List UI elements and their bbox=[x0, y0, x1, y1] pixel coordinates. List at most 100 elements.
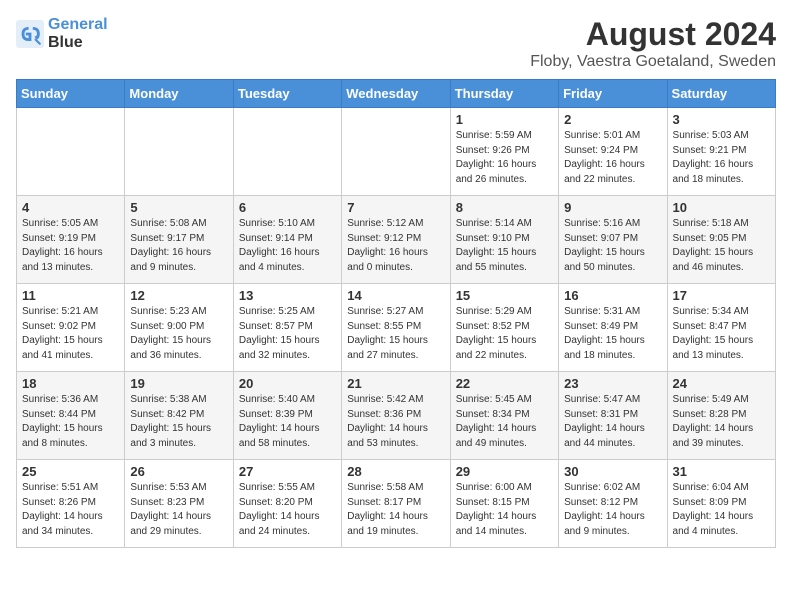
calendar-cell: 23 Sunrise: 5:47 AMSunset: 8:31 PMDaylig… bbox=[559, 372, 667, 460]
calendar-week-3: 11 Sunrise: 5:21 AMSunset: 9:02 PMDaylig… bbox=[17, 284, 776, 372]
day-number: 23 bbox=[564, 376, 661, 391]
day-number: 4 bbox=[22, 200, 119, 215]
day-info: Sunrise: 5:40 AMSunset: 8:39 PMDaylight:… bbox=[239, 394, 320, 449]
calendar-cell: 25 Sunrise: 5:51 AMSunset: 8:26 PMDaylig… bbox=[17, 460, 125, 548]
day-info: Sunrise: 5:51 AMSunset: 8:26 PMDaylight:… bbox=[22, 482, 103, 537]
day-info: Sunrise: 6:04 AMSunset: 8:09 PMDaylight:… bbox=[673, 482, 754, 537]
day-number: 14 bbox=[347, 288, 444, 303]
calendar-title: August 2024 bbox=[530, 16, 776, 53]
logo: General Blue bbox=[16, 16, 108, 51]
day-info: Sunrise: 5:38 AMSunset: 8:42 PMDaylight:… bbox=[130, 394, 211, 449]
day-number: 30 bbox=[564, 464, 661, 479]
day-info: Sunrise: 5:55 AMSunset: 8:20 PMDaylight:… bbox=[239, 482, 320, 537]
calendar-cell: 3 Sunrise: 5:03 AMSunset: 9:21 PMDayligh… bbox=[667, 108, 775, 196]
day-number: 2 bbox=[564, 112, 661, 127]
day-info: Sunrise: 5:14 AMSunset: 9:10 PMDaylight:… bbox=[456, 218, 537, 273]
day-number: 9 bbox=[564, 200, 661, 215]
calendar-cell: 7 Sunrise: 5:12 AMSunset: 9:12 PMDayligh… bbox=[342, 196, 450, 284]
calendar-cell: 10 Sunrise: 5:18 AMSunset: 9:05 PMDaylig… bbox=[667, 196, 775, 284]
day-info: Sunrise: 5:18 AMSunset: 9:05 PMDaylight:… bbox=[673, 218, 754, 273]
header-wednesday: Wednesday bbox=[342, 80, 450, 108]
day-number: 1 bbox=[456, 112, 553, 127]
calendar-cell: 19 Sunrise: 5:38 AMSunset: 8:42 PMDaylig… bbox=[125, 372, 233, 460]
header-thursday: Thursday bbox=[450, 80, 558, 108]
day-number: 16 bbox=[564, 288, 661, 303]
day-number: 3 bbox=[673, 112, 770, 127]
day-number: 6 bbox=[239, 200, 336, 215]
day-info: Sunrise: 5:27 AMSunset: 8:55 PMDaylight:… bbox=[347, 306, 428, 361]
calendar-cell: 15 Sunrise: 5:29 AMSunset: 8:52 PMDaylig… bbox=[450, 284, 558, 372]
day-number: 11 bbox=[22, 288, 119, 303]
calendar-cell: 20 Sunrise: 5:40 AMSunset: 8:39 PMDaylig… bbox=[233, 372, 341, 460]
header-tuesday: Tuesday bbox=[233, 80, 341, 108]
day-info: Sunrise: 5:29 AMSunset: 8:52 PMDaylight:… bbox=[456, 306, 537, 361]
calendar-cell: 5 Sunrise: 5:08 AMSunset: 9:17 PMDayligh… bbox=[125, 196, 233, 284]
day-info: Sunrise: 5:10 AMSunset: 9:14 PMDaylight:… bbox=[239, 218, 320, 273]
day-info: Sunrise: 6:00 AMSunset: 8:15 PMDaylight:… bbox=[456, 482, 537, 537]
day-number: 21 bbox=[347, 376, 444, 391]
calendar-cell: 12 Sunrise: 5:23 AMSunset: 9:00 PMDaylig… bbox=[125, 284, 233, 372]
day-number: 15 bbox=[456, 288, 553, 303]
calendar-week-5: 25 Sunrise: 5:51 AMSunset: 8:26 PMDaylig… bbox=[17, 460, 776, 548]
calendar-cell: 13 Sunrise: 5:25 AMSunset: 8:57 PMDaylig… bbox=[233, 284, 341, 372]
day-number: 29 bbox=[456, 464, 553, 479]
day-info: Sunrise: 5:34 AMSunset: 8:47 PMDaylight:… bbox=[673, 306, 754, 361]
day-info: Sunrise: 5:25 AMSunset: 8:57 PMDaylight:… bbox=[239, 306, 320, 361]
calendar-cell: 14 Sunrise: 5:27 AMSunset: 8:55 PMDaylig… bbox=[342, 284, 450, 372]
calendar-cell: 31 Sunrise: 6:04 AMSunset: 8:09 PMDaylig… bbox=[667, 460, 775, 548]
day-info: Sunrise: 6:02 AMSunset: 8:12 PMDaylight:… bbox=[564, 482, 645, 537]
logo-icon bbox=[16, 20, 44, 48]
day-number: 5 bbox=[130, 200, 227, 215]
day-number: 24 bbox=[673, 376, 770, 391]
calendar-week-1: 1 Sunrise: 5:59 AMSunset: 9:26 PMDayligh… bbox=[17, 108, 776, 196]
day-number: 10 bbox=[673, 200, 770, 215]
calendar-header-row: SundayMondayTuesdayWednesdayThursdayFrid… bbox=[17, 80, 776, 108]
day-info: Sunrise: 5:53 AMSunset: 8:23 PMDaylight:… bbox=[130, 482, 211, 537]
day-number: 8 bbox=[456, 200, 553, 215]
day-info: Sunrise: 5:49 AMSunset: 8:28 PMDaylight:… bbox=[673, 394, 754, 449]
day-number: 20 bbox=[239, 376, 336, 391]
calendar-cell: 24 Sunrise: 5:49 AMSunset: 8:28 PMDaylig… bbox=[667, 372, 775, 460]
calendar-cell bbox=[342, 108, 450, 196]
day-number: 13 bbox=[239, 288, 336, 303]
calendar-cell: 29 Sunrise: 6:00 AMSunset: 8:15 PMDaylig… bbox=[450, 460, 558, 548]
day-number: 27 bbox=[239, 464, 336, 479]
day-number: 26 bbox=[130, 464, 227, 479]
day-number: 22 bbox=[456, 376, 553, 391]
day-number: 19 bbox=[130, 376, 227, 391]
day-info: Sunrise: 5:58 AMSunset: 8:17 PMDaylight:… bbox=[347, 482, 428, 537]
calendar-cell: 11 Sunrise: 5:21 AMSunset: 9:02 PMDaylig… bbox=[17, 284, 125, 372]
logo-text-blue: Blue bbox=[48, 34, 83, 51]
header-monday: Monday bbox=[125, 80, 233, 108]
day-info: Sunrise: 5:42 AMSunset: 8:36 PMDaylight:… bbox=[347, 394, 428, 449]
calendar-subtitle: Floby, Vaestra Goetaland, Sweden bbox=[530, 53, 776, 71]
header-friday: Friday bbox=[559, 80, 667, 108]
calendar-cell: 27 Sunrise: 5:55 AMSunset: 8:20 PMDaylig… bbox=[233, 460, 341, 548]
calendar-cell: 1 Sunrise: 5:59 AMSunset: 9:26 PMDayligh… bbox=[450, 108, 558, 196]
day-info: Sunrise: 5:45 AMSunset: 8:34 PMDaylight:… bbox=[456, 394, 537, 449]
day-number: 18 bbox=[22, 376, 119, 391]
calendar-cell: 30 Sunrise: 6:02 AMSunset: 8:12 PMDaylig… bbox=[559, 460, 667, 548]
day-info: Sunrise: 5:03 AMSunset: 9:21 PMDaylight:… bbox=[673, 130, 754, 185]
calendar-cell: 18 Sunrise: 5:36 AMSunset: 8:44 PMDaylig… bbox=[17, 372, 125, 460]
day-info: Sunrise: 5:31 AMSunset: 8:49 PMDaylight:… bbox=[564, 306, 645, 361]
header-sunday: Sunday bbox=[17, 80, 125, 108]
day-info: Sunrise: 5:16 AMSunset: 9:07 PMDaylight:… bbox=[564, 218, 645, 273]
calendar-cell: 17 Sunrise: 5:34 AMSunset: 8:47 PMDaylig… bbox=[667, 284, 775, 372]
calendar-cell: 9 Sunrise: 5:16 AMSunset: 9:07 PMDayligh… bbox=[559, 196, 667, 284]
calendar-cell: 21 Sunrise: 5:42 AMSunset: 8:36 PMDaylig… bbox=[342, 372, 450, 460]
page-header: General Blue August 2024 Floby, Vaestra … bbox=[16, 16, 776, 71]
day-info: Sunrise: 5:59 AMSunset: 9:26 PMDaylight:… bbox=[456, 130, 537, 185]
calendar-cell: 4 Sunrise: 5:05 AMSunset: 9:19 PMDayligh… bbox=[17, 196, 125, 284]
calendar-cell: 8 Sunrise: 5:14 AMSunset: 9:10 PMDayligh… bbox=[450, 196, 558, 284]
day-info: Sunrise: 5:21 AMSunset: 9:02 PMDaylight:… bbox=[22, 306, 103, 361]
calendar-cell bbox=[17, 108, 125, 196]
day-number: 7 bbox=[347, 200, 444, 215]
logo-text-general: General bbox=[48, 16, 108, 33]
calendar-cell: 26 Sunrise: 5:53 AMSunset: 8:23 PMDaylig… bbox=[125, 460, 233, 548]
day-number: 17 bbox=[673, 288, 770, 303]
day-info: Sunrise: 5:36 AMSunset: 8:44 PMDaylight:… bbox=[22, 394, 103, 449]
calendar-cell bbox=[233, 108, 341, 196]
calendar-cell: 22 Sunrise: 5:45 AMSunset: 8:34 PMDaylig… bbox=[450, 372, 558, 460]
day-info: Sunrise: 5:05 AMSunset: 9:19 PMDaylight:… bbox=[22, 218, 103, 273]
